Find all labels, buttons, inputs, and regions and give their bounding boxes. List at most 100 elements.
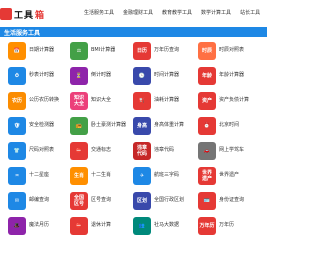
tool-item[interactable]: 时辰 时辰对照表 <box>198 41 258 63</box>
retire-icon: ⛔ <box>70 217 88 235</box>
tool-item[interactable]: 区划 全国行政区划 <box>133 191 193 213</box>
tool-row: ✉ 邮编查询 全国 区号 区号查询 区划 全国行政区划 🪪 身份证查询 <box>0 191 267 216</box>
age-icon: 年龄 <box>198 67 216 85</box>
tool-label: 交通标志 <box>91 147 112 153</box>
tool-item[interactable]: 年龄 年龄计算器 <box>198 66 258 88</box>
tool-item[interactable]: ⏰ 北京时间 <box>198 116 258 138</box>
section-header: 生活服务工具 <box>0 27 267 37</box>
tool-item[interactable]: 世界 遗产 世界遗产 <box>198 166 258 188</box>
tool-label: 世界遗产 <box>219 172 240 178</box>
tool-label: 退休计算 <box>91 222 112 228</box>
nav-item-webmaster[interactable]: 站长工具 <box>240 9 260 16</box>
tool-label: 身份证查询 <box>219 197 245 203</box>
tool-item[interactable]: 👕 尺码对照表 <box>8 141 68 163</box>
tool-item[interactable]: 万年历 万年历 <box>198 216 258 238</box>
tool-row: 📅 日期计算器 ⚖ BMI计算器 日历 万年历查询 时辰 时辰对照表 <box>0 41 267 66</box>
tool-row: 👕 尺码对照表 ⛔ 交通标志 违章 代码 违章代码 🚗 网上学驾车 <box>0 141 267 166</box>
tool-label: 北京时间 <box>219 122 240 128</box>
tool-item[interactable]: 👥 社马大数据 <box>133 216 193 238</box>
magic-calendar-icon: 🎩 <box>8 217 26 235</box>
nav-item-math[interactable]: 数学计算工具 <box>201 9 231 16</box>
radio-icon: 📻 <box>70 117 88 135</box>
tool-item[interactable]: ✉ 邮编查询 <box>8 191 68 213</box>
tool-item[interactable]: 日历 万年历查询 <box>133 41 193 63</box>
nav-item-life[interactable]: 生活服务工具 <box>84 9 114 16</box>
flight-icon: ✈ <box>133 167 151 185</box>
tool-row: 🛡 安全检测器 📻 卧土豪测计算器 身高 身高体重计算 ⏰ 北京时间 <box>0 116 267 141</box>
tool-row: ⏱ 秒表计时器 ⏳ 倒计时器 🕓 时间计算器 年龄 年龄计算器 <box>0 66 267 91</box>
tool-item[interactable]: 🪪 身份证查询 <box>198 191 258 213</box>
postcode-icon: ✉ <box>8 192 26 210</box>
violation-code-icon: 违章 代码 <box>133 142 151 160</box>
tool-label: 航班三字码 <box>154 172 180 178</box>
tool-item[interactable]: ⛔ 退休计算 <box>70 216 130 238</box>
tool-item[interactable]: 📻 卧土豪测计算器 <box>70 116 130 138</box>
clock-icon: 🕓 <box>133 67 151 85</box>
tool-label: 秒表计时器 <box>29 72 55 78</box>
calendar-icon: 📅 <box>8 42 26 60</box>
tool-label: 油耗计算器 <box>154 97 180 103</box>
logo-text: 工具 <box>14 10 35 21</box>
tool-label: 尺码对照表 <box>29 147 55 153</box>
tool-item[interactable]: 知识 大全 知识大全 <box>70 91 130 113</box>
tool-label: 时辰对照表 <box>219 47 245 53</box>
tool-label: 十二生肖 <box>91 172 112 178</box>
tool-label: 万年历 <box>219 222 235 228</box>
tool-item[interactable]: 🕓 时间计算器 <box>133 66 193 88</box>
tool-label: 年龄计算器 <box>219 72 245 78</box>
tool-label: 公历农历转换 <box>29 97 60 103</box>
perpetual-calendar-icon: 日历 <box>133 42 151 60</box>
nav-item-education[interactable]: 教育教学工具 <box>162 9 192 16</box>
tool-label: 区号查询 <box>91 197 112 203</box>
tool-item[interactable]: 农历 公历农历转换 <box>8 91 68 113</box>
tool-item[interactable]: ♒ 十二星座 <box>8 166 68 188</box>
safety-icon: 🛡 <box>8 117 26 135</box>
tool-row: 🎩 魔法月历 ⛔ 退休计算 👥 社马大数据 万年历 万年历 <box>0 216 267 241</box>
division-icon: 区划 <box>133 192 151 210</box>
tool-label: 十二星座 <box>29 172 50 178</box>
tool-item[interactable]: ⏳ 倒计时器 <box>70 66 130 88</box>
top-header: 工具 箱 生活服务工具 金融理财工具 教育教学工具 数学计算工具 站长工具 <box>0 0 267 27</box>
tool-item[interactable]: ⛽ 油耗计算器 <box>133 91 193 113</box>
shichen-icon: 时辰 <box>198 42 216 60</box>
tool-label: 日期计算器 <box>29 47 55 53</box>
logo-suffix: 箱 <box>35 10 45 21</box>
tool-item[interactable]: 违章 代码 违章代码 <box>133 141 193 163</box>
bmi-scale-icon: ⚖ <box>70 42 88 60</box>
world-heritage-icon: 世界 遗产 <box>198 167 216 185</box>
knowledge-icon: 知识 大全 <box>70 92 88 110</box>
beijing-time-icon: ⏰ <box>198 117 216 135</box>
tool-label: 邮编查询 <box>29 197 50 203</box>
stopwatch-icon: ⏱ <box>8 67 26 85</box>
zodiac-icon: ♒ <box>8 167 26 185</box>
id-card-icon: 🪪 <box>198 192 216 210</box>
tool-item[interactable]: ✈ 航班三字码 <box>133 166 193 188</box>
tool-item[interactable]: 身高 身高体重计算 <box>133 116 193 138</box>
tool-label: 倒计时器 <box>91 72 112 78</box>
tool-item[interactable]: 🎩 魔法月历 <box>8 216 68 238</box>
nav-item-finance[interactable]: 金融理财工具 <box>123 9 153 16</box>
site-logo[interactable]: 工具 箱 <box>0 5 44 23</box>
area-code-icon: 全国 区号 <box>70 192 88 210</box>
tool-label: 时间计算器 <box>154 72 180 78</box>
tool-item[interactable]: 全国 区号 区号查询 <box>70 191 130 213</box>
tool-label: 身高体重计算 <box>154 122 185 128</box>
tool-item[interactable]: ⛔ 交通标志 <box>70 141 130 163</box>
calendar-convert-icon: 农历 <box>8 92 26 110</box>
section-title: 生活服务工具 <box>4 30 41 37</box>
tool-label: 魔法月历 <box>29 222 50 228</box>
tool-item[interactable]: 生肖 十二生肖 <box>70 166 130 188</box>
tool-item[interactable]: 资产 资产负债计算 <box>198 91 258 113</box>
assets-icon: 资产 <box>198 92 216 110</box>
chinese-zodiac-icon: 生肖 <box>70 167 88 185</box>
tool-item[interactable]: 📅 日期计算器 <box>8 41 68 63</box>
tool-item[interactable]: ⏱ 秒表计时器 <box>8 66 68 88</box>
tool-label: 社马大数据 <box>154 222 180 228</box>
tool-item[interactable]: 🛡 安全检测器 <box>8 116 68 138</box>
tool-label: 资产负债计算 <box>219 97 250 103</box>
tool-item[interactable]: 🚗 网上学驾车 <box>198 141 258 163</box>
tool-item[interactable]: ⚖ BMI计算器 <box>70 41 130 63</box>
height-weight-icon: 身高 <box>133 117 151 135</box>
driving-icon: 🚗 <box>198 142 216 160</box>
tool-label: 卧土豪测计算器 <box>91 122 127 128</box>
